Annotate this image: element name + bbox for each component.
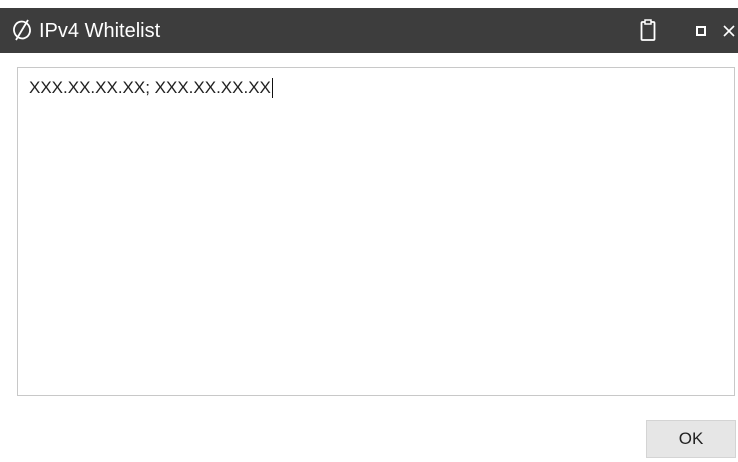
ok-button[interactable]: OK <box>646 420 736 458</box>
title-bar[interactable]: IPv4 Whitelist <box>0 8 738 53</box>
ok-button-label: OK <box>678 429 704 448</box>
slashed-circle-logo-icon <box>12 19 32 41</box>
whitelist-text-line: XXX.XX.XX.XX; XXX.XX.XX.XX <box>29 78 273 98</box>
dialog-window: IPv4 Whitelist XXX.XX.XX.XX; XXX.XX.XX.X… <box>0 0 738 462</box>
close-icon[interactable] <box>722 18 736 42</box>
whitelist-textarea[interactable]: XXX.XX.XX.XX; XXX.XX.XX.XX <box>17 67 735 396</box>
clipboard-icon[interactable] <box>640 18 656 42</box>
text-caret <box>271 78 273 98</box>
whitelist-value: XXX.XX.XX.XX; XXX.XX.XX.XX <box>29 78 271 97</box>
maximize-icon[interactable] <box>696 26 706 36</box>
window-title: IPv4 Whitelist <box>39 20 161 42</box>
